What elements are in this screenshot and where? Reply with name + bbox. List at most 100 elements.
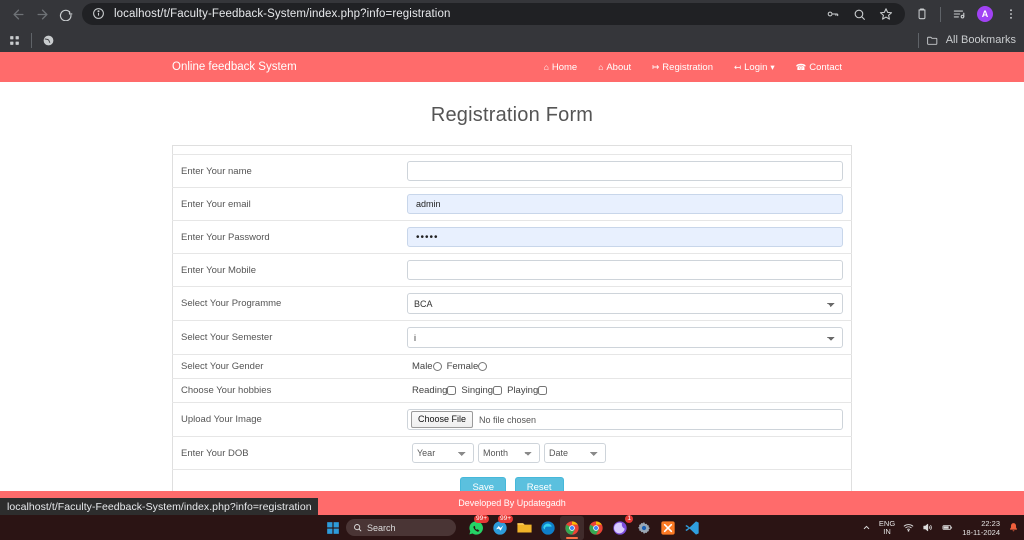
taskbar-center-group: Search 99+ 99+ 1 xyxy=(320,514,704,540)
taskbar-app-edge[interactable] xyxy=(536,516,560,540)
programme-select[interactable]: BCA xyxy=(407,293,843,314)
speaker-icon[interactable] xyxy=(922,522,933,533)
hobby-checkbox-singing[interactable] xyxy=(493,386,503,395)
system-tray: ENG IN 22:23 18-11-2024 xyxy=(862,519,1019,537)
home-icon: ⌂ xyxy=(543,62,549,72)
taskbar-search-box[interactable]: Search xyxy=(346,519,456,536)
gender-option-male[interactable]: Male xyxy=(412,361,442,372)
form-row-image: Upload Your Image Choose File No file ch… xyxy=(172,403,852,437)
email-input[interactable] xyxy=(407,194,843,214)
browser-window: localhost/t/Faculty-Feedback-System/inde… xyxy=(0,0,1024,540)
clock-date: 18-11-2024 xyxy=(962,527,1000,537)
gender-radio-group: Male Female xyxy=(407,361,843,372)
password-key-icon[interactable] xyxy=(826,7,840,21)
taskbar-app-settings[interactable] xyxy=(632,516,656,540)
bookmarks-right-divider xyxy=(917,32,919,48)
language-indicator[interactable]: ENG IN xyxy=(879,519,895,536)
hobby-option-playing[interactable]: Playing xyxy=(507,385,548,396)
address-bar-url: localhost/t/Faculty-Feedback-System/inde… xyxy=(114,8,451,20)
profile-avatar[interactable]: A xyxy=(977,6,993,22)
taskbar-app-vscode[interactable] xyxy=(680,516,704,540)
gender-radio-male[interactable] xyxy=(432,362,442,371)
search-icon[interactable] xyxy=(853,8,866,21)
nav-label-about: About xyxy=(606,61,632,73)
choose-file-button[interactable]: Choose File xyxy=(411,411,474,428)
bookmarks-bar: All Bookmarks xyxy=(0,28,1024,52)
nav-item-registration[interactable]: ↦ Registration xyxy=(652,62,713,73)
extensions-icon[interactable] xyxy=(915,7,929,21)
hobby-label-reading: Reading xyxy=(412,385,448,396)
label-semester: Select Your Semester xyxy=(181,332,273,343)
windows-taskbar: Search 99+ 99+ 1 ENG IN 22:23 18-11-2024 xyxy=(0,514,1024,540)
home-icon: ⌂ xyxy=(598,62,604,72)
label-gender: Select Your Gender xyxy=(181,361,264,372)
badge-whatsapp: 99+ xyxy=(473,514,489,523)
label-dob: Enter Your DOB xyxy=(181,447,249,459)
footer-text: Developed By Updategadh xyxy=(458,498,566,508)
nav-item-login[interactable]: ↤ Login ▾ xyxy=(734,62,775,73)
info-circle-icon[interactable] xyxy=(92,7,106,21)
label-name: Enter Your name xyxy=(181,165,252,177)
nav-item-contact[interactable]: ☎ Contact xyxy=(796,62,842,73)
taskbar-app-whatsapp[interactable]: 99+ xyxy=(464,514,489,540)
chrome-menu-icon[interactable] xyxy=(1004,7,1018,21)
reload-button[interactable] xyxy=(54,2,78,26)
site-brand[interactable]: Online feedback System xyxy=(172,61,297,73)
badge-messenger: 99+ xyxy=(497,514,513,523)
form-row-password: Enter Your Password xyxy=(172,221,852,254)
language-line2: IN xyxy=(883,526,891,536)
chevron-up-icon[interactable] xyxy=(862,523,871,532)
semester-select[interactable]: i xyxy=(407,327,843,348)
form-row-semester: Select Your Semester i xyxy=(172,321,852,355)
forward-button[interactable] xyxy=(30,2,54,26)
all-bookmarks-entry[interactable]: All Bookmarks xyxy=(917,32,1016,48)
phone-icon: ☎ xyxy=(795,61,807,72)
form-row-email: Enter Your email xyxy=(172,188,852,221)
bookmarks-divider xyxy=(31,32,32,48)
toolbar-right-actions: A xyxy=(911,6,1018,22)
bookmark-star-icon[interactable] xyxy=(879,7,893,21)
taskbar-app-messenger[interactable]: 99+ xyxy=(488,514,513,540)
gender-option-female[interactable]: Female xyxy=(447,361,488,372)
file-upload-field[interactable]: Choose File No file chosen xyxy=(407,409,843,430)
taskbar-app-chrome[interactable] xyxy=(584,516,608,540)
sign-in-icon: ↦ xyxy=(652,61,660,72)
taskbar-app-xampp[interactable] xyxy=(656,516,680,540)
gender-label-male: Male xyxy=(412,361,433,372)
form-row-programme: Select Your Programme BCA xyxy=(172,287,852,321)
address-bar[interactable]: localhost/t/Faculty-Feedback-System/inde… xyxy=(82,3,905,25)
taskbar-app-moon[interactable]: 1 xyxy=(608,514,633,540)
name-input[interactable] xyxy=(407,161,843,181)
dob-select-group: Year Month Date xyxy=(407,443,843,463)
hobby-option-singing[interactable]: Singing xyxy=(461,385,503,396)
hobbies-checkbox-group: Reading Singing Playing xyxy=(407,385,843,396)
hobby-checkbox-reading[interactable] xyxy=(447,386,457,395)
dob-month-select[interactable]: Month xyxy=(478,443,540,463)
gender-label-female: Female xyxy=(446,361,479,372)
nav-item-about[interactable]: ⌂ About xyxy=(598,62,631,73)
battery-icon[interactable] xyxy=(941,522,954,533)
nav-label-registration: Registration xyxy=(662,61,713,73)
wifi-icon[interactable] xyxy=(903,522,914,533)
mobile-input[interactable] xyxy=(407,260,843,280)
hobby-label-playing: Playing xyxy=(507,385,539,396)
nav-item-home[interactable]: ⌂ Home xyxy=(544,62,577,73)
nav-label-login: Login xyxy=(744,61,768,73)
caret-down-icon: ▾ xyxy=(770,61,775,72)
clock-time: 22:23 xyxy=(981,518,1000,528)
dob-year-select[interactable]: Year xyxy=(412,443,474,463)
gender-radio-female[interactable] xyxy=(478,362,488,371)
dob-date-select[interactable]: Date xyxy=(544,443,606,463)
hobby-checkbox-playing[interactable] xyxy=(538,386,548,395)
bell-icon[interactable] xyxy=(1008,522,1019,533)
taskbar-app-file-explorer[interactable] xyxy=(512,516,536,540)
apps-grid-icon[interactable] xyxy=(8,34,21,47)
windows-start-icon[interactable] xyxy=(320,521,346,535)
back-button[interactable] xyxy=(6,2,30,26)
taskbar-app-chrome-active[interactable] xyxy=(560,515,584,540)
bookmark-globe-icon[interactable] xyxy=(42,34,55,47)
hobby-option-reading[interactable]: Reading xyxy=(412,385,457,396)
taskbar-clock[interactable]: 22:23 18-11-2024 xyxy=(962,519,1000,537)
password-input[interactable] xyxy=(407,227,843,247)
media-list-icon[interactable] xyxy=(952,7,966,21)
